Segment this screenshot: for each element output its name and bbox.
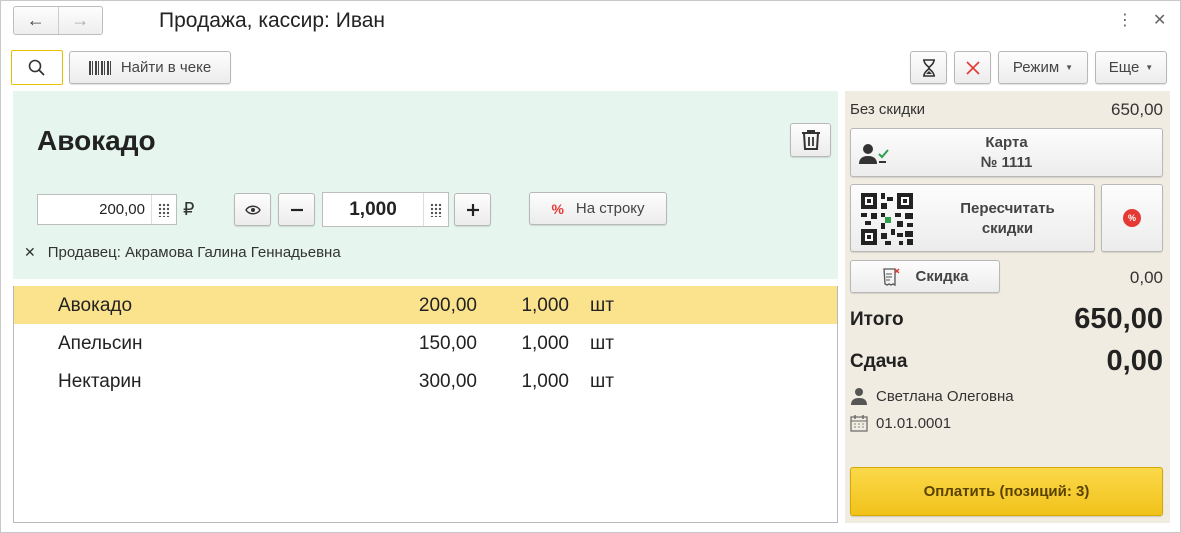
mode-label: Режим	[1012, 59, 1060, 76]
recalculate-discounts-label: Пересчитать скидки	[960, 200, 1055, 237]
item-quantity: 1,000	[521, 371, 569, 392]
percent-icon: %	[551, 200, 564, 217]
quantity-field[interactable]: 1,000	[322, 192, 449, 227]
sale-window: ← → Продажа, кассир: Иван ⋮ ✕ Найти в че…	[0, 0, 1181, 533]
item-price: 150,00	[418, 333, 477, 354]
window-title: Продажа, кассир: Иван	[159, 9, 386, 32]
minus-icon	[290, 208, 303, 211]
total-value: 650,00	[1074, 303, 1163, 335]
cancel-receipt-button[interactable]	[954, 51, 991, 84]
card-line1: Карта	[985, 133, 1028, 151]
apply-to-row-label: На строку	[575, 200, 645, 217]
hourglass-icon	[922, 58, 935, 77]
no-discount-value: 650,00	[1111, 100, 1163, 119]
hourglass-button[interactable]	[910, 51, 947, 84]
user-icon	[851, 388, 867, 405]
mode-dropdown[interactable]: Режим ▼	[998, 51, 1088, 84]
seller-label: Продавец: Акрамова Галина Геннадьевна	[47, 244, 341, 261]
price-value: 200,00	[99, 201, 145, 218]
item-quantity: 1,000	[521, 333, 569, 354]
table-row[interactable]: Апельсин 150,00 1,000 шт	[14, 324, 837, 362]
chevron-down-icon: ▼	[1145, 63, 1154, 72]
manual-discount-button[interactable]: %	[1101, 184, 1163, 252]
decrease-quantity-button[interactable]	[278, 193, 315, 226]
item-unit: шт	[590, 295, 614, 316]
change-value: 0,00	[1106, 345, 1163, 377]
user-check-icon	[859, 144, 889, 164]
arrow-right-icon: →	[71, 10, 90, 30]
no-discount-label: Без скидки	[850, 101, 926, 118]
plus-icon	[466, 203, 479, 216]
item-price: 200,00	[418, 295, 477, 316]
item-name: Апельсин	[58, 333, 143, 354]
back-button[interactable]: ←	[14, 7, 58, 34]
quantity-value: 1,000	[349, 198, 397, 220]
date-line: 01.01.0001	[850, 414, 951, 432]
calculator-icon[interactable]	[423, 193, 448, 226]
receipt-items-list: Авокадо 200,00 1,000 шт Апельсин 150,00 …	[13, 286, 838, 523]
currency-symbol: ₽	[183, 199, 195, 219]
apply-to-row-button[interactable]: % На строку	[529, 192, 667, 225]
item-unit: шт	[590, 333, 614, 354]
customer-line: Светлана Олеговна	[850, 387, 1014, 405]
view-button[interactable]	[234, 193, 271, 226]
product-title: Авокадо	[37, 125, 156, 156]
remove-seller-icon[interactable]: ✕	[24, 244, 36, 261]
calendar-icon	[850, 415, 868, 432]
find-in-receipt-button[interactable]: Найти в чеке	[69, 51, 231, 84]
chevron-down-icon: ▼	[1065, 63, 1074, 72]
forward-button[interactable]: →	[57, 7, 103, 34]
trash-icon	[801, 130, 820, 150]
pay-button[interactable]: Оплатить (позиций: 3)	[850, 467, 1163, 516]
loyalty-card-button[interactable]: Карта № 1111	[850, 128, 1163, 177]
current-product-panel: Авокадо 200,00 ₽ 1,000 % На строку ✕ Про	[13, 91, 838, 279]
close-icon[interactable]: ✕	[1153, 10, 1166, 30]
search-button[interactable]	[11, 50, 63, 85]
seller-line: ✕ Продавец: Акрамова Галина Геннадьевна	[24, 244, 341, 261]
calculator-icon[interactable]	[151, 195, 176, 224]
discount-value: 0,00	[1129, 268, 1163, 287]
eye-icon	[244, 205, 261, 214]
card-number: № 1111	[980, 153, 1033, 171]
customer-name: Светлана Олеговна	[876, 387, 1014, 405]
discount-label: Скидка	[915, 268, 969, 285]
document-date: 01.01.0001	[876, 414, 952, 432]
item-quantity: 1,000	[521, 295, 569, 316]
item-price: 300,00	[418, 371, 477, 392]
total-label: Итого	[850, 309, 904, 330]
barcode-icon	[88, 60, 111, 75]
more-label: Еще	[1108, 59, 1140, 76]
pay-label: Оплатить (позиций: 3)	[923, 483, 1090, 500]
table-row[interactable]: Нектарин 300,00 1,000 шт	[14, 362, 837, 400]
table-row[interactable]: Авокадо 200,00 1,000 шт	[14, 286, 837, 324]
more-dropdown[interactable]: Еще ▼	[1095, 51, 1167, 84]
nav-group: ← →	[13, 6, 103, 35]
price-field[interactable]: 200,00	[37, 194, 177, 225]
search-icon	[28, 59, 45, 76]
discount-button[interactable]: Скидка	[850, 260, 1000, 293]
change-label: Сдача	[850, 351, 908, 372]
summary-panel: Без скидки 650,00 Карта № 1111 Пересчита…	[845, 91, 1170, 523]
discount-receipt-icon	[882, 267, 899, 286]
item-name: Нектарин	[58, 371, 142, 392]
delete-item-button[interactable]	[790, 123, 831, 157]
find-in-receipt-label: Найти в чеке	[120, 59, 212, 76]
item-unit: шт	[590, 371, 614, 392]
percent-badge-icon: %	[1123, 209, 1141, 227]
increase-quantity-button[interactable]	[454, 193, 491, 226]
close-red-icon	[965, 60, 980, 75]
item-name: Авокадо	[58, 295, 133, 316]
qr-code-icon	[861, 193, 913, 245]
arrow-left-icon: ←	[26, 10, 45, 30]
more-menu-icon[interactable]: ⋮	[1117, 10, 1133, 30]
recalculate-discounts-button[interactable]: Пересчитать скидки	[850, 184, 1095, 252]
